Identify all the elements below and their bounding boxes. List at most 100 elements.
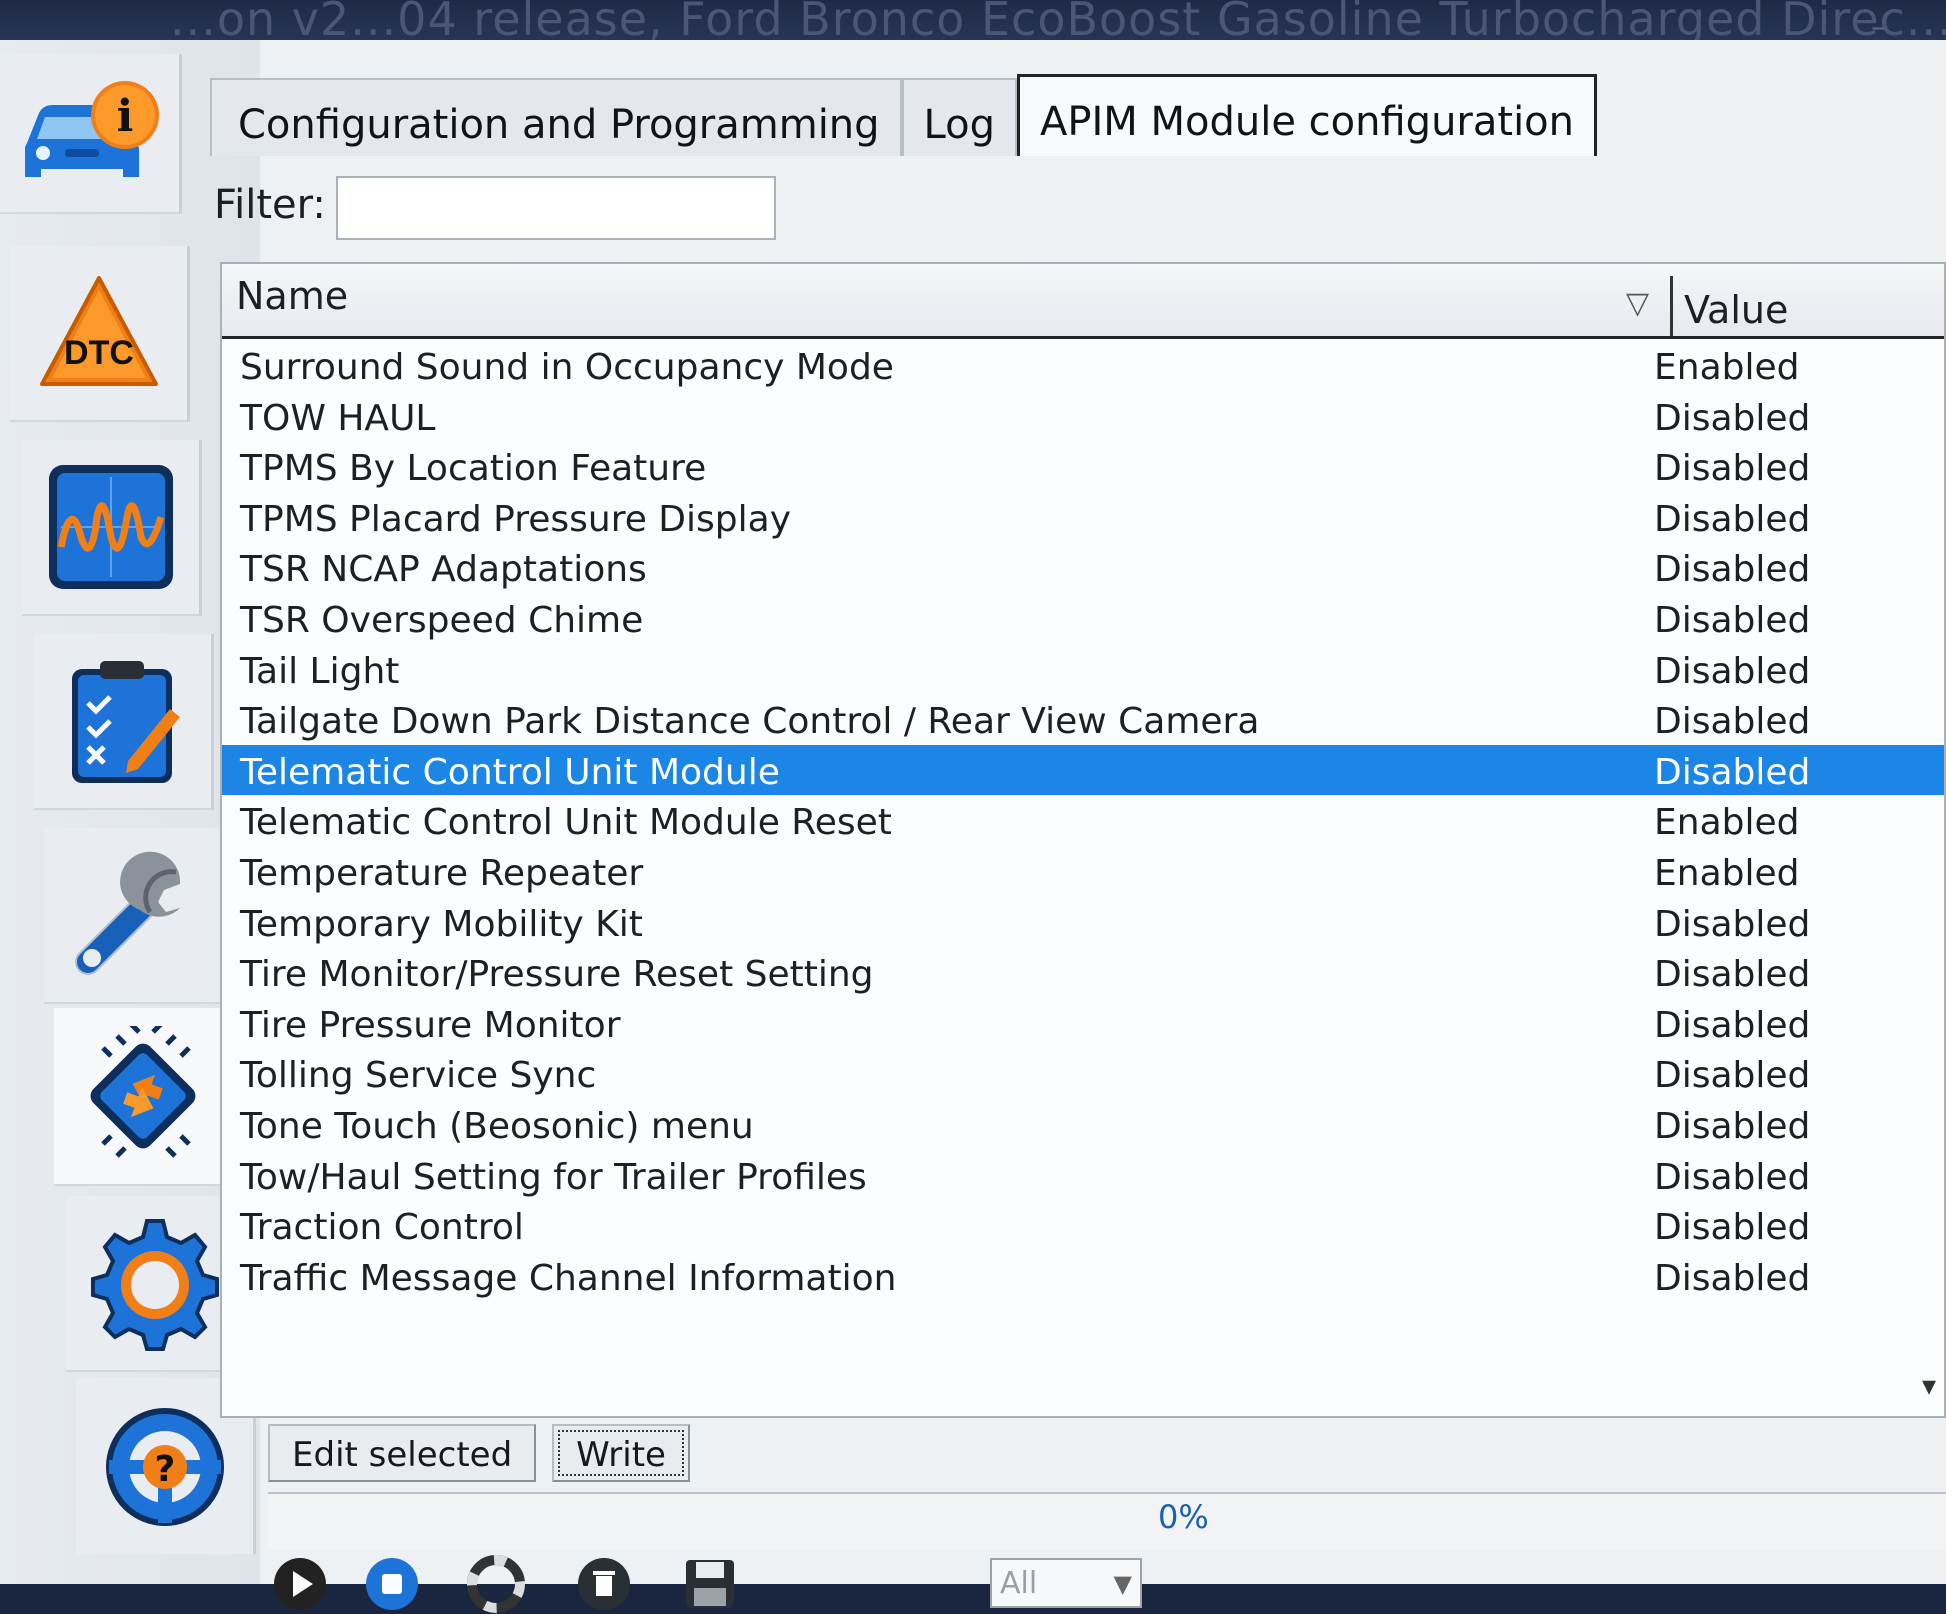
sort-filter-icon[interactable]: ▽: [1626, 286, 1649, 321]
row-value: Disabled: [1654, 1055, 1811, 1097]
table-row[interactable]: Tail Light Disabled: [222, 644, 1944, 695]
checklist-button[interactable]: [34, 634, 214, 810]
svg-text:i: i: [116, 91, 133, 142]
table-row[interactable]: Tire Monitor/Pressure Reset Setting Disab…: [222, 947, 1944, 998]
tab-log[interactable]: Log: [901, 78, 1017, 156]
row-name: Telematic Control Unit Module: [240, 751, 780, 793]
save-icon[interactable]: [680, 1554, 740, 1614]
row-value: Disabled: [1654, 954, 1811, 996]
table-row[interactable]: Tolling Service Sync Disabled: [222, 1048, 1944, 1099]
row-value: Disabled: [1654, 903, 1811, 945]
row-value: Disabled: [1654, 549, 1811, 591]
filter-input[interactable]: [336, 176, 776, 240]
row-value: Disabled: [1654, 1207, 1811, 1249]
table-row[interactable]: Tire Pressure Monitor Disabled: [222, 998, 1944, 1049]
stop-icon[interactable]: [362, 1554, 422, 1614]
app-window: i DTC ? Configuration and Programming Lo…: [0, 40, 1946, 1613]
column-divider[interactable]: [1670, 276, 1673, 336]
filter-label: Filter:: [214, 182, 326, 228]
row-value: Disabled: [1654, 448, 1811, 490]
car-info-icon: i: [24, 81, 159, 177]
tab-bar: Configuration and Programming Log APIM M…: [210, 74, 1598, 158]
row-value: Disabled: [1654, 701, 1811, 743]
table-row[interactable]: Tailgate Down Park Distance Control / Re…: [222, 694, 1944, 745]
row-name: Temperature Repeater: [240, 852, 644, 894]
edit-selected-button[interactable]: Edit selected: [268, 1424, 537, 1482]
table-row[interactable]: Telematic Control Unit Module Reset Enabl…: [222, 795, 1944, 846]
service-tools-button[interactable]: [44, 828, 224, 1004]
row-value: Disabled: [1654, 650, 1811, 692]
filter-row: Filter:: [214, 148, 1946, 240]
row-name: TPMS By Location Feature: [240, 448, 707, 490]
row-name: TOW HAUL: [240, 397, 436, 439]
row-name: Tone Touch (Beosonic) menu: [240, 1105, 754, 1147]
table-row[interactable]: TOW HAUL Disabled: [222, 391, 1944, 442]
table-row[interactable]: TSR NCAP Adaptations Disabled: [222, 542, 1944, 593]
tab-apim-module-configuration[interactable]: APIM Module configuration: [1017, 74, 1598, 156]
svg-text:DTC: DTC: [64, 334, 134, 372]
table-row[interactable]: Temperature Repeater Enabled: [222, 846, 1944, 897]
table-row[interactable]: Tone Touch (Beosonic) menu Disabled: [222, 1099, 1944, 1150]
lifebuoy-icon[interactable]: [466, 1554, 526, 1614]
row-value: Disabled: [1654, 397, 1811, 439]
row-name: Traffic Message Channel Information: [240, 1257, 897, 1299]
row-value: Enabled: [1654, 852, 1800, 894]
row-name: Tail Light: [240, 650, 400, 692]
column-header-value[interactable]: Value: [1684, 288, 1788, 332]
row-name: Tire Pressure Monitor: [240, 1004, 621, 1046]
progress-text: 0%: [1158, 1498, 1209, 1536]
progress-bar: 0%: [268, 1492, 1946, 1550]
row-name: Telematic Control Unit Module Reset: [240, 802, 892, 844]
row-value: Disabled: [1654, 751, 1811, 793]
table-row[interactable]: Tow/Haul Setting for Trailer Profiles Dis…: [222, 1150, 1944, 1201]
tab-configuration-programming[interactable]: Configuration and Programming: [210, 78, 902, 156]
row-name: Tailgate Down Park Distance Control / Re…: [240, 701, 1260, 743]
svg-text:?: ?: [154, 1449, 175, 1490]
row-value: Disabled: [1654, 1004, 1811, 1046]
row-value: Disabled: [1654, 498, 1811, 540]
scroll-down-icon[interactable]: ▾: [1922, 1369, 1936, 1402]
table-row[interactable]: TPMS Placard Pressure Display Disabled: [222, 492, 1944, 543]
chevron-down-icon: ▼: [1113, 1570, 1132, 1598]
vehicle-info-button[interactable]: i: [0, 54, 182, 214]
dtc-button[interactable]: DTC: [10, 246, 190, 422]
column-header-name[interactable]: Name: [236, 274, 348, 318]
log-level-select[interactable]: All ▼: [990, 1558, 1142, 1608]
row-name: Tire Monitor/Pressure Reset Setting: [240, 954, 874, 996]
module-programming-button[interactable]: [54, 1008, 234, 1186]
row-name: TSR Overspeed Chime: [240, 599, 644, 641]
table-row[interactable]: Surround Sound in Occupancy Mode Enabled: [222, 340, 1944, 391]
action-bar: Edit selected Write: [268, 1424, 690, 1486]
write-button[interactable]: Write: [552, 1424, 690, 1482]
row-value: Disabled: [1654, 1105, 1811, 1147]
table-row[interactable]: TSR Overspeed Chime Disabled: [222, 593, 1944, 644]
row-name: Surround Sound in Occupancy Mode: [240, 347, 894, 388]
row-value: Disabled: [1654, 1156, 1811, 1198]
gear-icon: [90, 1219, 219, 1351]
table-row[interactable]: Temporary Mobility Kit Disabled: [222, 897, 1944, 948]
row-name: Tow/Haul Setting for Trailer Profiles: [240, 1156, 867, 1198]
table-row[interactable]: Traffic Message Channel Information Disab…: [222, 1251, 1944, 1302]
row-name: TSR NCAP Adaptations: [240, 549, 647, 591]
oscilloscope-button[interactable]: [22, 440, 202, 616]
table-row[interactable]: Traction Control Disabled: [222, 1200, 1944, 1251]
configuration-table: Name ▽ Value Surround Sound in Occupancy…: [220, 262, 1946, 1418]
dtc-warning-icon: DTC: [39, 276, 158, 386]
checklist-icon: [71, 661, 180, 783]
row-value: Enabled: [1654, 802, 1800, 844]
row-name: Traction Control: [240, 1207, 524, 1249]
wrench-icon: [74, 851, 180, 975]
table-row[interactable]: TPMS By Location Feature Disabled: [222, 441, 1944, 492]
row-name: TPMS Placard Pressure Display: [240, 498, 792, 540]
table-body: Surround Sound in Occupancy Mode Enabled T…: [222, 340, 1944, 1301]
row-value: Enabled: [1654, 347, 1800, 388]
waveform-icon: [48, 465, 173, 589]
bottom-toolbar: All ▼: [270, 1554, 1946, 1614]
delete-icon[interactable]: [574, 1554, 634, 1614]
main-panel: Configuration and Programming Log APIM M…: [210, 40, 1946, 1613]
row-value: Disabled: [1654, 599, 1811, 641]
play-icon[interactable]: [270, 1554, 330, 1614]
table-row[interactable]: Telematic Control Unit Module Disabled: [222, 744, 1944, 796]
row-value: Disabled: [1654, 1257, 1811, 1299]
row-name: Temporary Mobility Kit: [240, 903, 643, 945]
